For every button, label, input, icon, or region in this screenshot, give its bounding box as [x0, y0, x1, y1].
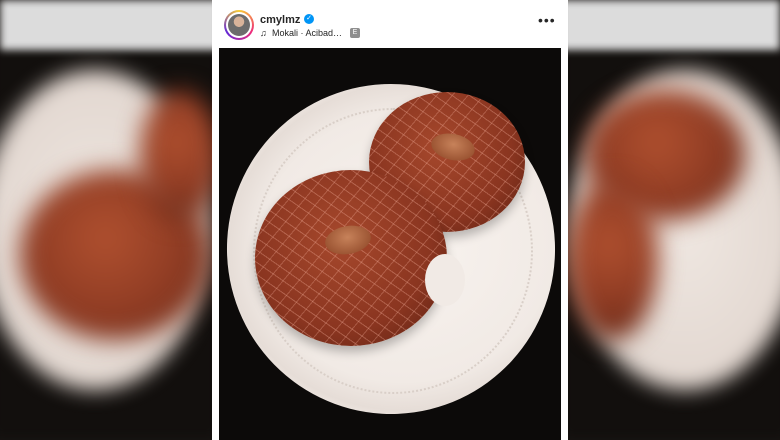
cookie-bottom — [255, 170, 447, 346]
explicit-badge: E — [350, 28, 360, 38]
story-ring[interactable] — [224, 10, 254, 40]
post-image[interactable] — [219, 48, 561, 440]
cookie-bite — [425, 254, 465, 306]
blur-cookie-left-top — [140, 90, 220, 220]
instagram-post-card: cmylmz ✓ ♫ Mokali · Acibad… E ••• — [212, 0, 568, 440]
blur-header-left — [0, 0, 220, 50]
audio-label[interactable]: Mokali · Acibad… — [272, 28, 342, 38]
username[interactable]: cmylmz — [260, 14, 300, 26]
post-header: cmylmz ✓ ♫ Mokali · Acibad… E ••• — [212, 0, 568, 46]
music-note-icon: ♫ — [260, 28, 267, 38]
blur-header-right — [560, 0, 780, 50]
more-options-button[interactable]: ••• — [538, 13, 555, 30]
verified-badge-icon: ✓ — [304, 14, 314, 24]
blur-cookie-right — [568, 180, 658, 340]
avatar-photo — [228, 14, 250, 36]
avatar[interactable] — [226, 12, 252, 38]
